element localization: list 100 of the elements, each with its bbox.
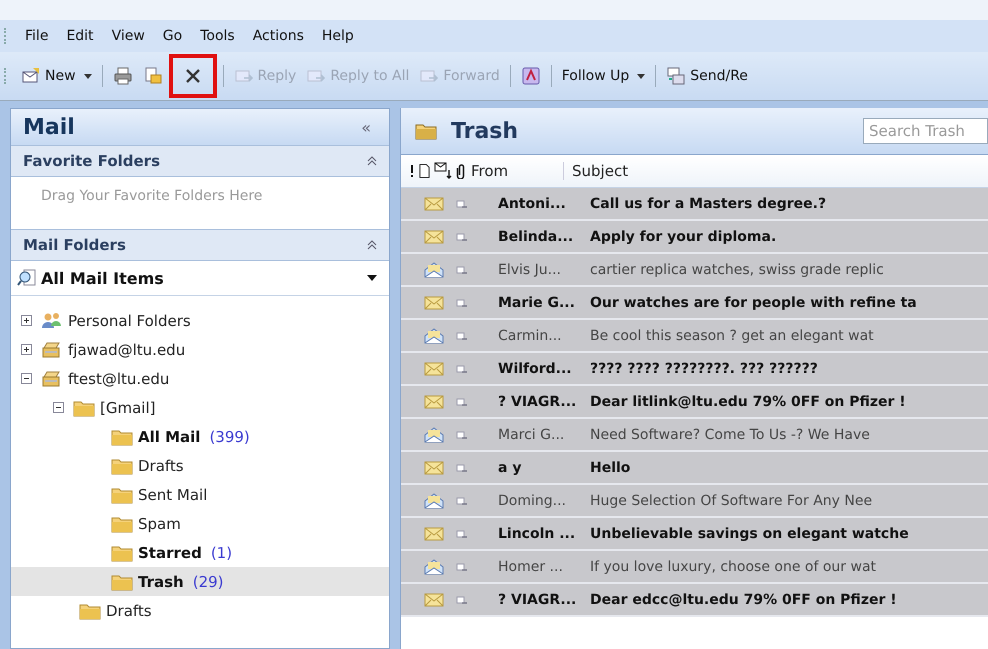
- sender: Belinda...: [498, 228, 574, 244]
- collapse-icon: [367, 156, 377, 166]
- folder-item[interactable]: Sent Mail: [11, 480, 389, 509]
- closed-envelope-icon: [424, 592, 444, 608]
- folder-item[interactable]: Spam: [11, 509, 389, 538]
- sender: Lincoln ...: [498, 526, 576, 542]
- subject: If you love luxury, choose one of our wat: [590, 558, 876, 574]
- folder-item[interactable]: Trash (29): [11, 567, 389, 596]
- folder-item[interactable]: [Gmail]: [11, 393, 389, 422]
- message-type-icon: [456, 562, 468, 572]
- subject: Hello: [590, 460, 630, 476]
- closed-envelope-icon: [424, 360, 444, 376]
- printer-icon: [112, 66, 133, 86]
- personal-folders-icon: [41, 310, 63, 330]
- open-envelope-icon: [424, 558, 444, 574]
- message-row[interactable]: Carmin... Be cool this season ? get an elegant wat: [401, 320, 988, 353]
- caret-icon: [84, 74, 92, 78]
- pane-title: Mail: [23, 114, 75, 140]
- menu-item[interactable]: View: [104, 26, 153, 46]
- search-icon: [17, 268, 37, 288]
- sender: Doming...: [498, 492, 567, 508]
- subject: Dear edcc@ltu.edu 79% 0FF on Pfizer !: [590, 592, 897, 608]
- section-header[interactable]: Mail Folders: [11, 229, 389, 261]
- open-envelope-icon: [424, 492, 444, 508]
- section-header[interactable]: Favorite Folders: [11, 145, 389, 177]
- message-type-icon: [456, 264, 468, 274]
- message-type-icon: [456, 232, 468, 242]
- folder-item[interactable]: Starred (1): [11, 538, 389, 567]
- sender: Antoni...: [498, 196, 567, 212]
- folder-icon: [415, 122, 437, 140]
- message-row[interactable]: Doming... Huge Selection Of Software For Any Nee: [401, 485, 988, 518]
- expand-icon[interactable]: [21, 344, 32, 355]
- message-row[interactable]: Marci G... Need Software? Come To Us -? We Have: [401, 419, 988, 452]
- message-type-icon: [456, 462, 468, 472]
- closed-envelope-icon: [424, 228, 444, 244]
- closed-envelope-icon: [424, 460, 444, 476]
- toolbar-button[interactable]: New: [17, 61, 96, 91]
- menu-item[interactable]: Tools: [192, 26, 243, 46]
- favorites-hint: Drag Your Favorite Folders Here: [41, 188, 262, 204]
- caret-icon: [367, 275, 377, 281]
- open-envelope-icon: [424, 328, 444, 344]
- sender: ? VIAGR...: [498, 592, 578, 608]
- subject: Need Software? Come To Us -? We Have: [590, 426, 870, 442]
- collapse-icon: [367, 240, 377, 250]
- attachment-icon[interactable]: [456, 163, 467, 179]
- message-row[interactable]: ? VIAGR... Dear litlink@ltu.edu 79% 0FF on Pfizer !: [401, 386, 988, 419]
- importance-icon[interactable]: [409, 163, 415, 179]
- folder-item[interactable]: Drafts: [11, 596, 389, 625]
- closed-envelope-icon: [424, 294, 444, 310]
- column-header[interactable]: Subject: [568, 162, 628, 180]
- message-row[interactable]: Lincoln ... Unbelievable savings on elegant watche: [401, 518, 988, 551]
- subject: Dear litlink@ltu.edu 79% 0FF on Pfizer !: [590, 394, 906, 410]
- document-icon[interactable]: [419, 163, 430, 179]
- message-row[interactable]: Antoni... Call us for a Masters degree.?: [401, 188, 988, 221]
- collapse-icon[interactable]: [21, 373, 32, 384]
- folder-item[interactable]: Personal Folders: [11, 306, 389, 335]
- message-row[interactable]: Marie G... Our watches are for people with refine ta: [401, 287, 988, 320]
- menu-item[interactable]: Actions: [244, 26, 312, 46]
- toolbar-button[interactable]: [168, 54, 217, 98]
- folder-item[interactable]: fjawad@ltu.edu: [11, 335, 389, 364]
- toolbar-button[interactable]: Send/Re: [662, 61, 752, 91]
- message-row[interactable]: Elvis Ju... cartier replica watches, swiss grade replic: [401, 254, 988, 287]
- folder-item[interactable]: All Mail (399): [11, 422, 389, 451]
- unread-count: (1): [210, 544, 232, 562]
- toolbar-button[interactable]: Follow Up: [558, 61, 650, 91]
- caret-icon: [637, 74, 646, 78]
- envelope-sort-icon[interactable]: [434, 162, 452, 180]
- sender: ? VIAGR...: [498, 394, 578, 410]
- menu-item[interactable]: Go: [154, 26, 190, 46]
- message-row[interactable]: ? VIAGR... Dear edcc@ltu.edu 79% 0FF on Pfizer !: [401, 584, 988, 617]
- view-dropdown[interactable]: All Mail Items: [11, 261, 389, 296]
- message-row[interactable]: Homer ... If you love luxury, choose one of our wat: [401, 551, 988, 584]
- message-type-icon: [456, 198, 468, 208]
- expand-icon[interactable]: [21, 315, 32, 326]
- subject: Call us for a Masters degree.?: [590, 196, 826, 212]
- sender: Carmin...: [498, 328, 563, 344]
- folder-item[interactable]: Drafts: [11, 451, 389, 480]
- section-title: Favorite Folders: [23, 152, 160, 170]
- subject: Be cool this season ? get an elegant wat: [590, 328, 874, 344]
- column-header[interactable]: From: [471, 162, 564, 180]
- open-envelope-icon: [424, 262, 444, 278]
- folder-title: Trash: [451, 118, 520, 144]
- unread-count: (399): [209, 428, 250, 446]
- message-row[interactable]: Wilford... ???? ???? ????????. ??? ??????: [401, 353, 988, 386]
- message-row[interactable]: a y Hello: [401, 452, 988, 485]
- unread-count: (29): [192, 572, 224, 590]
- message-row[interactable]: Belinda... Apply for your diploma.: [401, 221, 988, 254]
- menu-item[interactable]: Edit: [58, 26, 102, 46]
- search-field[interactable]: Search Trash: [863, 118, 988, 144]
- sender: a y: [498, 460, 522, 476]
- subject: Apply for your diploma.: [590, 228, 776, 244]
- collapse-button[interactable]: «: [355, 116, 377, 138]
- menu-item[interactable]: Help: [314, 26, 362, 46]
- sender: Marie G...: [498, 294, 576, 310]
- folder-item[interactable]: ftest@ltu.edu: [11, 364, 389, 393]
- sender: Marci G...: [498, 426, 566, 442]
- subject: Unbelievable savings on elegant watche: [590, 526, 909, 542]
- menu-item[interactable]: File: [17, 26, 56, 46]
- collapse-icon[interactable]: [53, 402, 64, 413]
- document-folder-icon: [142, 66, 163, 86]
